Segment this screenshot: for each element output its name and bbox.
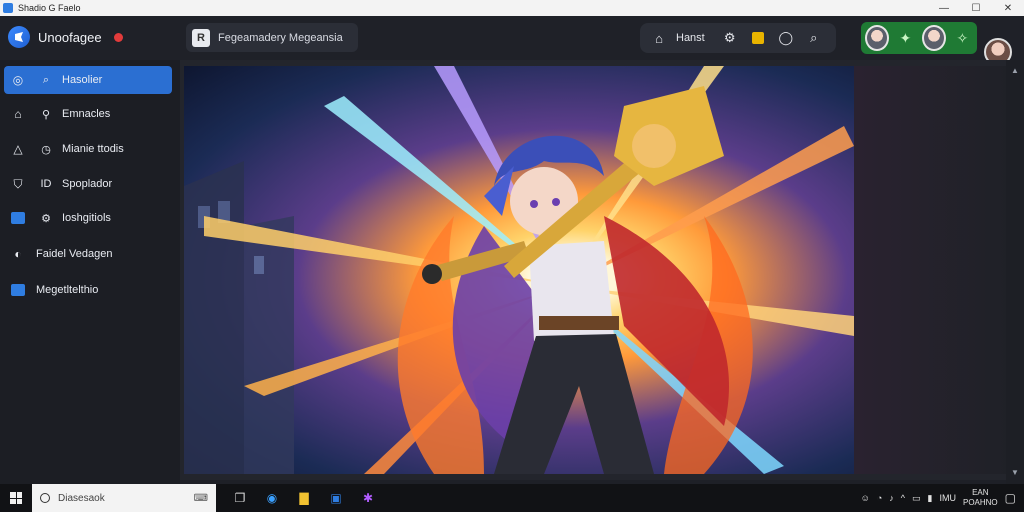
search-icon [40,493,50,503]
language-indicator[interactable]: IMU [939,493,956,503]
monitor-icon [10,282,26,298]
task-view-icon[interactable]: ❐ [232,490,248,506]
search-placeholder: Diasesaok [58,492,105,504]
volume-icon[interactable]: ♪ [889,493,894,503]
app-icon [10,210,26,226]
user-group: ✦ ✧ [861,22,977,54]
store-icon[interactable]: ▣ [328,490,344,506]
chevron-up-icon[interactable]: ^ [901,493,905,503]
start-button[interactable] [0,484,32,512]
id-icon: ID [40,178,52,190]
tab-app-icon: R [192,28,210,47]
brand[interactable]: Unoofagee [8,26,123,48]
bell-icon: △ [13,142,23,156]
clock-date: POAHNO [962,498,998,507]
sidebar-item-label: Emnacles [62,108,111,120]
sidebar-item-hasolier[interactable]: ◎ ⌕ Hasolier [4,66,172,94]
windows-icon [10,492,22,504]
content-backdrop [854,66,1008,474]
network-icon[interactable]: ▭ [912,493,921,504]
gear-icon[interactable]: ⚙ [719,27,741,49]
moon-icon: ◐ [14,247,22,261]
close-button[interactable]: ✕ [992,0,1024,16]
keyboard-icon[interactable]: ⌨ [194,493,208,504]
clock-time: EAN [972,488,989,497]
sidebar-item-label: Megetltelthio [36,284,99,296]
shield-icon: ⛉ [13,176,23,191]
compass-icon: ◎ [12,73,24,87]
sidebar-item-label: Spoplador [62,178,113,190]
avatar[interactable] [922,25,946,51]
sidebar-item-megetltelthio[interactable]: Megetltelthio [4,276,172,304]
sidebar-item-mianie-ttodis[interactable]: △ ◷ Mianie ttodis [4,135,172,163]
link-icon: ⚲ [41,108,51,121]
toolbar: ⌂ Hanst ⚙ ◯ ⌕ [640,23,836,53]
wifi-icon[interactable]: ◔ [877,493,882,503]
window-controls: — ☐ ✕ [928,0,1024,16]
clock[interactable]: EAN POAHNO [963,488,998,508]
home-icon: ⌂ [14,107,22,121]
chat-icon[interactable]: ◯ [775,27,797,49]
notification-center-icon[interactable]: ▢ [1005,491,1016,505]
sidebar-item-faidel-vedagen[interactable]: ◐ Faidel Vedagen [4,240,172,268]
content-area [180,60,1010,480]
tab-label: Fegeamadery Megeansia [218,31,343,44]
clock-icon: ◷ [41,143,51,156]
artwork-illustration [184,66,854,474]
sidebar-item-emnacles[interactable]: ⌂ ⚲ Emnacles [4,100,172,128]
sparkle-icon[interactable]: ✧ [952,26,973,50]
window-title: Shadio G Faelo [18,3,81,13]
artwork-image[interactable] [184,66,854,474]
app-header: Unoofagee R Fegeamadery Megeansia ⌂ Hans… [0,16,1024,66]
people-icon[interactable]: ☺ [861,493,870,503]
scroll-down-icon[interactable]: ▼ [1010,468,1020,478]
minimize-button[interactable]: — [928,0,960,16]
taskbar-search[interactable]: Diasesaok ⌨ [32,484,216,512]
maximize-button[interactable]: ☐ [960,0,992,16]
notification-dot-icon[interactable] [113,32,123,42]
avatar[interactable] [865,25,889,51]
pin-icon[interactable]: ✦ [895,26,916,50]
app-icon[interactable]: ✱ [360,490,376,506]
search-icon[interactable]: ⌕ [803,27,825,49]
sidebar: ◎ ⌕ Hasolier ⌂ ⚲ Emnacles △ ◷ Mianie tto… [0,60,180,484]
search-icon: ⌕ [42,73,50,86]
app-icon [3,3,13,13]
scroll-up-icon[interactable]: ▲ [1010,66,1020,76]
system-tray: ☺ ◔ ♪ ^ ▭ ▮ IMU EAN POAHNO ▢ [861,484,1024,512]
folder-icon[interactable] [747,27,769,49]
sidebar-item-label: Hasolier [62,74,103,86]
toolbar-label[interactable]: Hanst [676,32,705,44]
folder-icon[interactable]: ▇ [296,490,312,506]
brand-name: Unoofagee [38,29,102,45]
sidebar-item-label: Ioshgitiols [62,212,111,224]
scrollbar[interactable]: ▲ ▼ [1006,60,1024,484]
edge-icon[interactable]: ◉ [264,490,280,506]
brand-logo-icon [8,26,30,48]
home-icon[interactable]: ⌂ [648,27,670,49]
sidebar-item-label: Faidel Vedagen [36,248,113,260]
sidebar-item-ioshgitiols[interactable]: ⚙ Ioshgitiols [4,204,172,232]
window-titlebar: Shadio G Faelo — ☐ ✕ [0,0,1024,16]
tab-current[interactable]: R Fegeamadery Megeansia [186,23,358,52]
gear-icon: ⚙ [41,212,51,225]
sidebar-item-spoplador[interactable]: ⛉ ID Spoplador [4,170,172,198]
battery-icon[interactable]: ▮ [928,493,933,504]
taskbar: Diasesaok ⌨ ❐ ◉ ▇ ▣ ✱ ☺ ◔ ♪ ^ ▭ ▮ IMU EA… [0,484,1024,512]
sidebar-item-label: Mianie ttodis [62,143,124,155]
taskbar-apps: ❐ ◉ ▇ ▣ ✱ [232,490,376,506]
